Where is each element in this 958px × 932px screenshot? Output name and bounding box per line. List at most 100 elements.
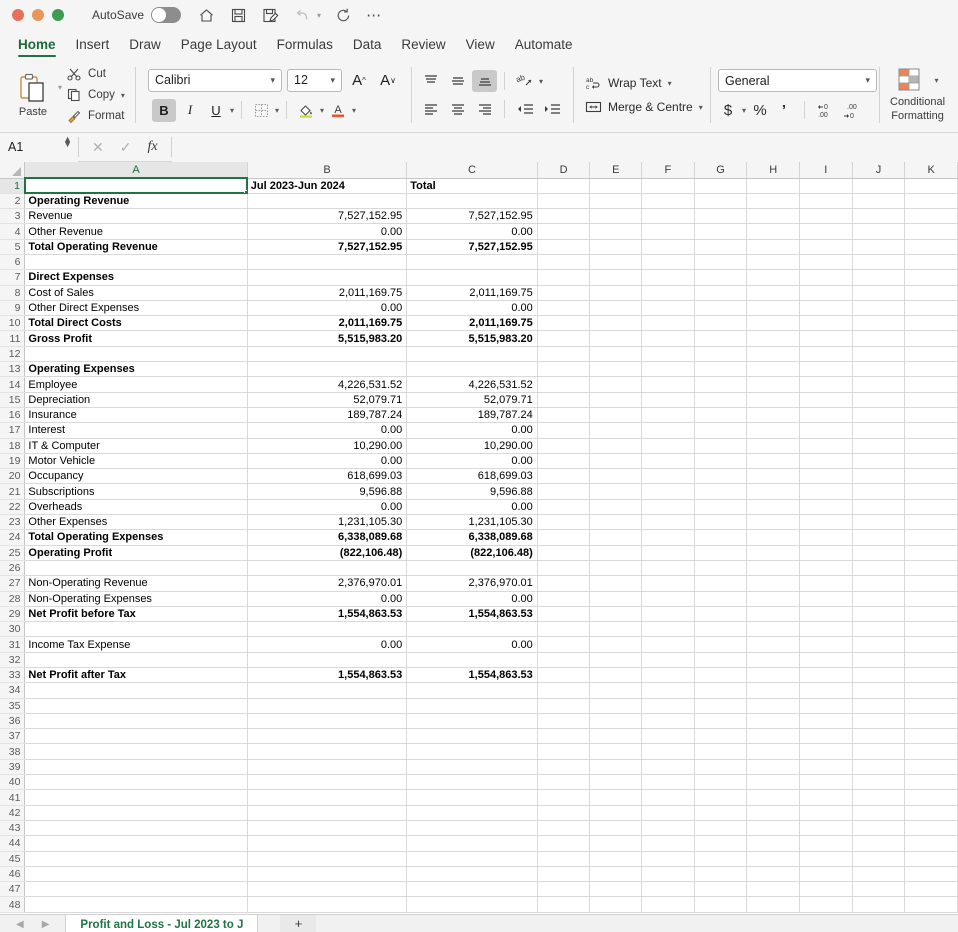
cell-J9[interactable]	[852, 300, 906, 317]
cell-K7[interactable]	[904, 269, 958, 286]
cell-D24[interactable]	[537, 529, 591, 546]
cell-H17[interactable]	[746, 422, 801, 439]
column-header-j[interactable]: J	[852, 162, 906, 179]
cell-E25[interactable]	[589, 545, 643, 561]
cell-J43[interactable]	[852, 820, 906, 837]
cell-E36[interactable]	[589, 713, 643, 730]
cell-D25[interactable]	[537, 545, 591, 561]
cell-A18[interactable]: IT & Computer	[24, 438, 248, 454]
cell-C39[interactable]	[406, 759, 538, 776]
row-header-29[interactable]: 29	[0, 606, 26, 623]
cell-E41[interactable]	[589, 789, 643, 806]
cell-E27[interactable]	[589, 575, 643, 592]
copy-button[interactable]: Copy ▾	[66, 86, 125, 104]
cell-H38[interactable]	[746, 743, 801, 760]
cell-B32[interactable]	[247, 652, 408, 669]
row-header-12[interactable]: 12	[0, 346, 26, 363]
cell-D31[interactable]	[537, 636, 591, 653]
cell-F30[interactable]	[641, 621, 695, 638]
cell-J20[interactable]	[852, 468, 906, 485]
cell-F43[interactable]	[641, 820, 695, 837]
cell-K38[interactable]	[904, 743, 958, 760]
cell-D7[interactable]	[537, 269, 591, 286]
cell-C28[interactable]: 0.00	[406, 591, 538, 607]
cell-K41[interactable]	[904, 789, 958, 806]
cell-B10[interactable]: 2,011,169.75	[247, 315, 408, 332]
cell-C14[interactable]: 4,226,531.52	[406, 376, 538, 393]
cell-J44[interactable]	[852, 835, 906, 852]
cell-B36[interactable]	[247, 713, 408, 730]
cell-E6[interactable]	[589, 254, 643, 271]
cell-C15[interactable]: 52,079.71	[406, 392, 538, 408]
cell-J26[interactable]	[852, 560, 906, 577]
spreadsheet-grid[interactable]: ABCDEFGHIJK 1 Jul 2023-Jun 2024 Total 2 Oper…	[0, 162, 958, 914]
save-icon[interactable]	[229, 6, 248, 25]
cell-K34[interactable]	[904, 682, 958, 699]
column-header-a[interactable]: A	[24, 162, 248, 179]
cell-A14[interactable]: Employee	[24, 376, 248, 393]
cell-I11[interactable]	[799, 330, 853, 347]
cell-J48[interactable]	[852, 896, 906, 913]
fill-color-button[interactable]	[294, 99, 318, 122]
cell-C21[interactable]: 9,596.88	[406, 483, 538, 500]
cell-E16[interactable]	[589, 407, 643, 424]
cell-D5[interactable]	[537, 239, 591, 255]
cell-E17[interactable]	[589, 422, 643, 439]
cell-I6[interactable]	[799, 254, 853, 271]
cell-E11[interactable]	[589, 330, 643, 347]
cell-H16[interactable]	[746, 407, 801, 424]
cell-E13[interactable]	[589, 361, 643, 378]
cell-C22[interactable]: 0.00	[406, 499, 538, 516]
cell-I38[interactable]	[799, 743, 853, 760]
cell-J35[interactable]	[852, 698, 906, 714]
cell-G36[interactable]	[694, 713, 748, 730]
bold-button[interactable]: B	[152, 98, 176, 122]
cell-D26[interactable]	[537, 560, 591, 577]
cell-F3[interactable]	[641, 208, 695, 225]
cell-A38[interactable]	[24, 743, 248, 760]
cell-F47[interactable]	[641, 881, 695, 898]
row-header-24[interactable]: 24	[0, 529, 26, 546]
cell-F12[interactable]	[641, 346, 695, 363]
cell-K33[interactable]	[904, 667, 958, 684]
cell-I33[interactable]	[799, 667, 853, 684]
cell-A24[interactable]: Total Operating Expenses	[24, 529, 248, 546]
cell-C41[interactable]	[406, 789, 538, 806]
row-header-40[interactable]: 40	[0, 774, 26, 791]
cell-A39[interactable]	[24, 759, 248, 776]
cell-G35[interactable]	[694, 698, 748, 714]
cell-C23[interactable]: 1,231,105.30	[406, 514, 538, 531]
cell-J46[interactable]	[852, 866, 906, 883]
cell-C8[interactable]: 2,011,169.75	[406, 285, 538, 301]
paste-dropdown-chevron-icon[interactable]: ▾	[58, 83, 62, 92]
cell-F40[interactable]	[641, 774, 695, 791]
cell-F15[interactable]	[641, 392, 695, 408]
column-header-g[interactable]: G	[694, 162, 748, 179]
cell-A29[interactable]: Net Profit before Tax	[24, 606, 248, 623]
formula-input[interactable]	[171, 132, 958, 162]
cell-B28[interactable]: 0.00	[247, 591, 408, 607]
cell-H31[interactable]	[746, 636, 801, 653]
cell-H37[interactable]	[746, 728, 801, 745]
cell-A21[interactable]: Subscriptions	[24, 483, 248, 500]
cell-B41[interactable]	[247, 789, 408, 806]
row-header-31[interactable]: 31	[0, 636, 26, 653]
cell-F28[interactable]	[641, 591, 695, 607]
cell-B9[interactable]: 0.00	[247, 300, 408, 317]
cell-G20[interactable]	[694, 468, 748, 485]
cell-D42[interactable]	[537, 805, 591, 821]
cell-C45[interactable]	[406, 851, 538, 867]
cell-D41[interactable]	[537, 789, 591, 806]
row-header-26[interactable]: 26	[0, 560, 26, 577]
row-header-5[interactable]: 5	[0, 239, 26, 255]
cell-C18[interactable]: 10,290.00	[406, 438, 538, 454]
cell-J22[interactable]	[852, 499, 906, 516]
cell-H39[interactable]	[746, 759, 801, 776]
cell-J34[interactable]	[852, 682, 906, 699]
row-header-17[interactable]: 17	[0, 422, 26, 439]
cell-B3[interactable]: 7,527,152.95	[247, 208, 408, 225]
cell-H2[interactable]	[746, 193, 801, 210]
cell-C48[interactable]	[406, 896, 538, 913]
cell-B33[interactable]: 1,554,863.53	[247, 667, 408, 684]
cell-B47[interactable]	[247, 881, 408, 898]
